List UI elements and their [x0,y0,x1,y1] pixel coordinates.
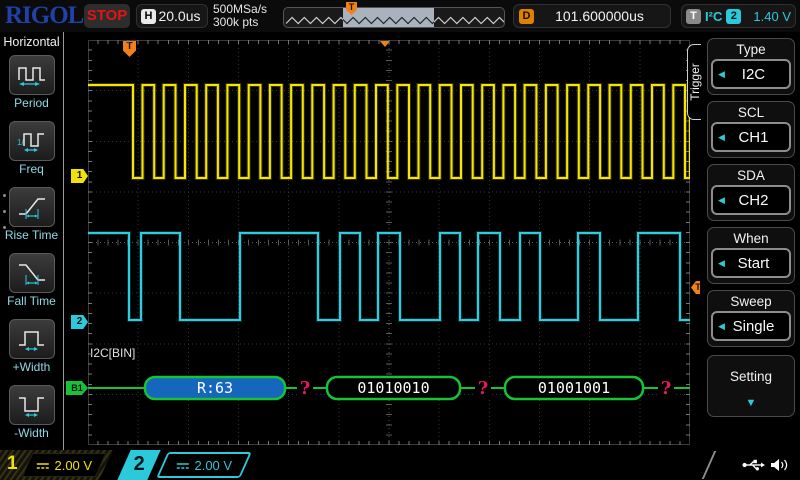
menu-label: SCL [737,105,765,120]
chevron-down-icon: ▼ [745,397,757,409]
menu-value-button[interactable]: ◀ CH1 [711,122,791,152]
menu-value: CH1 [738,128,769,146]
menu-label: When [733,231,769,246]
acquisition-info: 500MSa/s 300k pts [213,3,267,29]
left-menu-item-label: Rise Time [4,228,59,242]
waveform-plot: R:63 01010010 01001001??? [88,40,690,445]
decode-frame-text: R:63 [197,379,233,397]
chevron-left-icon: ◀ [718,194,725,205]
rise-time-icon[interactable] [8,187,55,227]
menu-value-button[interactable]: ◀ I2C [711,59,791,89]
left-menu-item-label: -Width [14,426,49,440]
left-menu-item--width: -Width [8,385,55,440]
menu-value: CH2 [738,191,769,209]
channel1-number: 1 [7,453,18,474]
channel2-badge[interactable]: 2 [117,450,161,480]
menu-scl[interactable]: SCL ◀ CH1 [707,101,795,158]
channel2-ground-marker[interactable]: 2 [71,315,88,329]
horizontal-badge: H [141,8,156,24]
fall-time-icon[interactable] [8,253,55,293]
chevron-left-icon: ◀ [718,131,725,142]
chevron-left-icon: ◀ [718,68,725,79]
decode-frame-text: 01010010 [357,379,429,397]
menu-value-button[interactable]: ◀ Start [711,248,791,278]
trigger-level-value: 1.40 V [753,8,791,24]
menu-label: Sweep [730,294,772,309]
top-status-bar: RIGOL STOP H 20.0us 500MSa/s 300k pts T … [0,0,800,32]
timebase-value: 20.0us [158,8,201,24]
menu-setting[interactable]: Setting ▼ [707,355,795,417]
delay-offset-box[interactable]: D 101.600000us [513,4,671,28]
speaker-icon [770,458,788,477]
rigol-logo: RIGOL [5,2,84,29]
dc-coupling-icon [36,460,50,470]
trigger-menu-tab: Trigger [687,44,702,120]
chevron-left-icon: ◀ [718,320,725,331]
channel1-scale-box: 2.00 V [21,453,107,477]
menu-value-button[interactable]: ◀ Single [711,311,791,341]
menu-sweep[interactable]: Sweep ◀ Single [707,290,795,347]
dc-coupling-icon [176,460,190,470]
decode-error-mark: ? [661,378,672,399]
channel2-scale-box[interactable]: 2.00 V [156,452,252,478]
left-menu-item-period: Period [8,55,55,110]
trigger-source-badge: 2 [726,8,742,24]
left-menu-item-label: Period [14,96,49,110]
channel1-ground-marker[interactable]: 1 [71,169,88,183]
left-menu-item-label: Fall Time [7,294,56,308]
chevron-left-icon: ◀ [718,257,725,268]
channel1-badge[interactable]: 1 2.00 V [0,450,113,480]
timebase-box[interactable]: H 20.0us [136,4,208,28]
menu-value: Start [737,254,770,272]
period-icon[interactable] [8,55,55,95]
memory-depth: 300k pts [213,15,259,29]
menu-when[interactable]: When ◀ Start [707,227,795,284]
menu-type[interactable]: Type ◀ I2C [707,38,795,95]
measure-sidebar: Horizontal Period 1/Freq Rise Time Fall Tim… [0,32,64,450]
menu-value: Single [732,317,775,335]
menu-label: Type [736,42,766,57]
delay-badge: D [519,8,534,24]
channel2-number: 2 [133,453,145,475]
channel1-scale: 2.00 V [54,457,93,473]
plus-width-icon[interactable] [8,319,55,359]
decode-error-mark: ? [478,378,489,399]
statusbar-divider [701,451,717,479]
menu-value: I2C [741,65,766,83]
sidebar-scroll-indicator [3,194,6,242]
left-menu-item--width: +Width [8,319,55,374]
bus1-marker[interactable]: B1 [66,381,88,395]
left-menu-item-freq: 1/Freq [8,121,55,176]
sidebar-title: Horizontal [3,35,60,49]
menu-sda[interactable]: SDA ◀ CH2 [707,164,795,221]
trigger-badge: T [686,8,701,24]
delay-value: 101.600000us [555,8,644,24]
menu-value-button[interactable]: ◀ CH2 [711,185,791,215]
menu-label: SDA [737,168,765,183]
trigger-status-box[interactable]: T I²C 2 1.40 V [681,4,796,28]
left-menu-item-label: Freq [19,162,44,176]
decode-error-mark: ? [300,378,311,399]
decode-frame-text: 01001001 [538,379,610,397]
channel-status-bar: 1 2.00 V 2 2.00 V [0,450,800,480]
trigger-type: I²C [705,8,723,24]
left-menu-item-label: +Width [12,360,51,374]
waveform-display: T I2C[BIN] R:63 01010010 01001001??? [88,40,690,445]
oscilloscope-screen: RIGOL STOP H 20.0us 500MSa/s 300k pts T … [0,0,800,480]
minus-width-icon[interactable] [8,385,55,425]
left-menu-item-fall-time: Fall Time [7,253,56,308]
menu-label: Setting [729,369,773,384]
usb-icon [742,458,766,477]
waveform-overview-plot [285,8,504,27]
left-menu-item-rise-time: Rise Time [5,187,58,242]
waveform-overview[interactable] [283,7,505,28]
freq-icon[interactable]: 1/ [8,121,55,161]
run-state-indicator: STOP [84,4,130,28]
trigger-menu: Trigger Type ◀ I2C SCL ◀ CH1 SDA ◀ CH2 When ◀ Start… [687,32,800,450]
channel2-scale: 2.00 V [194,457,233,473]
